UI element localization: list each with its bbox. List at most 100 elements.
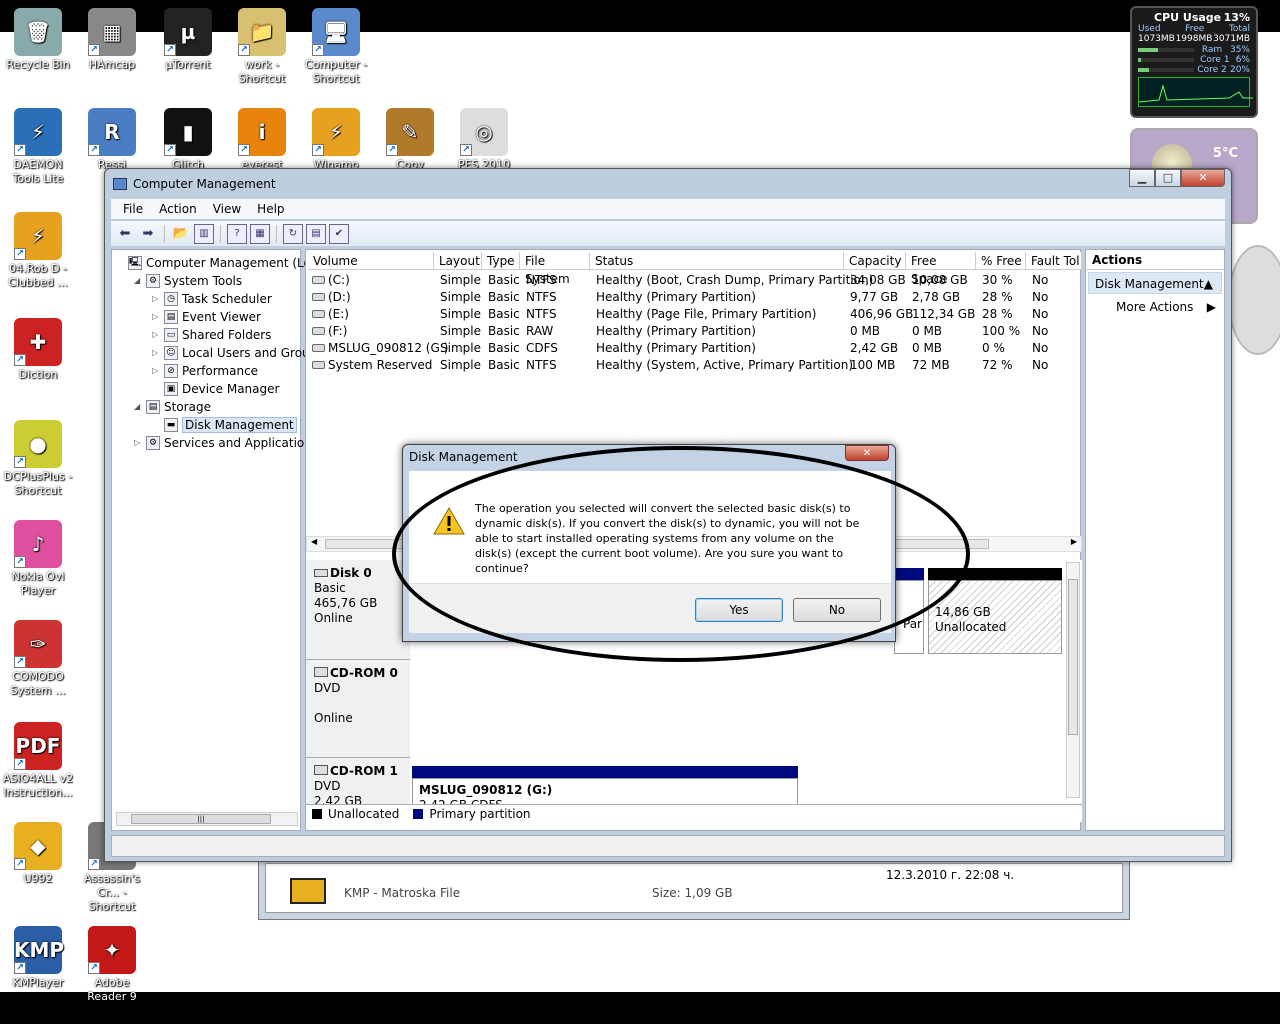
tree-item[interactable]: ◢ ▤ Storage (134, 398, 211, 415)
desktop-icon[interactable]: ✚ ↗ Diction (0, 318, 76, 382)
cdrom-icon (314, 667, 328, 677)
desktop-icon[interactable]: ◆ ↗ U992 (0, 822, 76, 886)
desktop-icon[interactable]: µ ↗ µTorrent (150, 8, 226, 72)
tree-item[interactable]: ▷ ▭ Shared Folders (152, 326, 271, 343)
tree-expander-icon[interactable]: ▷ (134, 438, 142, 447)
cdrom-0-label[interactable]: CD-ROM 0 DVD Online (306, 660, 410, 758)
tree-expander-icon[interactable]: ▷ (152, 366, 160, 375)
desktop-icon[interactable]: i ↗ everest (224, 108, 300, 172)
forward-arrow-icon[interactable]: ➡ (138, 224, 158, 244)
show-hide-tree-icon[interactable]: ▥ (194, 223, 214, 244)
column-header[interactable]: % Free (976, 252, 1026, 270)
desktop-icon[interactable]: R ↗ Ressi (74, 108, 150, 172)
shortcut-arrow-icon: ↗ (238, 144, 250, 156)
table-cell: 28 % (982, 307, 1013, 321)
volume-name[interactable]: MSLUG_090812 (G:) (328, 340, 448, 357)
yes-button[interactable]: Yes (695, 598, 783, 622)
volume-name[interactable]: System Reserved (328, 357, 432, 374)
tree-item[interactable]: 🖳 Computer Management (Local (116, 254, 328, 271)
up-folder-icon[interactable]: 📂 (171, 224, 191, 244)
menu-help[interactable]: Help (249, 202, 292, 216)
core2-bar (1138, 68, 1194, 72)
tree-item[interactable]: ◢ ⚙ System Tools (134, 272, 242, 289)
dialog-close-button[interactable]: ✕ (845, 445, 889, 461)
desktop-icon[interactable]: 🖥 ↗ Computer - Shortcut (298, 8, 374, 86)
tree-expander-icon[interactable]: ▷ (152, 330, 160, 339)
tree-node-icon: 🖳 (128, 255, 142, 270)
maximize-button[interactable]: □ (1155, 169, 1181, 187)
desktop-icon[interactable]: ✦ ↗ Adobe Reader 9 (74, 926, 150, 1004)
disk-0-label[interactable]: Disk 0 Basic 465,76 GB Online (306, 560, 410, 660)
desktop-icon[interactable]: ▦ ↗ HAmcap (74, 8, 150, 72)
menu-file[interactable]: File (115, 202, 151, 216)
desktop-icon[interactable]: ▮ ↗ Glitch (150, 108, 226, 172)
menu-view[interactable]: View (205, 202, 249, 216)
column-header[interactable]: Status (590, 252, 844, 270)
tree-item[interactable]: ▷ ◷ Task Scheduler (152, 290, 272, 307)
tree-expander-icon[interactable]: ◢ (134, 276, 142, 285)
desktop-icon[interactable]: ✑ ↗ COMODO System ... (0, 620, 76, 698)
desktop-icon[interactable]: ♪ ↗ Nokia Ovi Player (0, 520, 76, 598)
tree-item[interactable]: ▷ ▤ Event Viewer (152, 308, 261, 325)
desktop-icon[interactable]: ● ↗ DCPlusPlus - Shortcut (0, 420, 76, 498)
column-header[interactable]: Capacity (844, 252, 906, 270)
table-cell: 28 % (982, 290, 1013, 304)
column-header[interactable]: Type (482, 252, 520, 270)
ram-bar (1138, 48, 1194, 52)
column-header[interactable]: Layout (434, 252, 482, 270)
desktop-icon[interactable]: 📁 ↗ work - Shortcut (224, 8, 300, 86)
back-arrow-icon[interactable]: ⬅ (115, 224, 135, 244)
refresh-icon[interactable]: ↻ (283, 223, 303, 244)
volume-name[interactable]: (E:) (328, 306, 349, 323)
column-header[interactable]: Volume (308, 252, 434, 270)
unallocated-region[interactable]: 14,86 GB Unallocated (928, 580, 1062, 654)
shortcut-arrow-icon: ↗ (88, 858, 100, 870)
cpu-usage-gadget[interactable]: CPU Usage 13% Used Free Total 1073MB 1998MB 3… (1130, 6, 1258, 118)
table-cell: NTFS (526, 358, 557, 372)
title-bar[interactable]: Computer Management (113, 174, 276, 194)
cpu-gadget-title: CPU Usage (1154, 11, 1222, 24)
desktop-icon[interactable]: ⚡ ↗ DAEMON Tools Lite (0, 108, 76, 186)
properties-icon[interactable]: ▦ (250, 223, 270, 244)
tree-item[interactable]: ▷ ☺ Local Users and Groups (152, 344, 324, 361)
volume-name[interactable]: (C:) (328, 272, 350, 289)
more-actions[interactable]: More Actions ▶ (1086, 296, 1224, 318)
menu-action[interactable]: Action (151, 202, 205, 216)
volume-name[interactable]: (F:) (328, 323, 347, 340)
tree-item[interactable]: ▷ ⚙ Services and Applications (134, 434, 318, 451)
table-cell: Basic (488, 290, 520, 304)
desktop-icon[interactable]: ⚡ ↗ 04.Rob D - Clubbed ... (0, 212, 76, 290)
tree-item[interactable]: ▣ Device Manager (152, 380, 279, 397)
no-button[interactable]: No (793, 598, 881, 622)
tree-expander-icon[interactable]: ▷ (152, 348, 160, 357)
desktop-icon[interactable]: PDF ↗ ASIO4ALL v2 Instruction... (0, 722, 76, 800)
tree-expander-icon[interactable]: ◢ (134, 402, 142, 411)
lower-vertical-scrollbar[interactable] (1066, 562, 1080, 798)
tree-item[interactable]: ▬ Disk Management (152, 416, 297, 433)
desktop-icon[interactable]: KMP ↗ KMPlayer (0, 926, 76, 990)
desktop-icon[interactable]: ⚡ ↗ Winamp (298, 108, 374, 172)
actions-disk-management[interactable]: Disk Management ▲ (1088, 272, 1222, 294)
settings-icon[interactable]: ✔ (329, 223, 349, 244)
column-header[interactable]: Fault Tol (1026, 252, 1082, 270)
column-header[interactable]: Free Space (906, 252, 976, 286)
column-header[interactable]: File System (520, 252, 590, 286)
disk-0-type: Basic (314, 581, 346, 595)
partition-partial[interactable]: Par (894, 580, 924, 654)
desktop-icon[interactable]: 🗑 Recycle Bin (0, 8, 76, 72)
help-icon[interactable]: ? (227, 223, 247, 244)
export-icon[interactable]: ▤ (306, 223, 326, 244)
volume-name[interactable]: (D:) (328, 289, 351, 306)
tree-item[interactable]: ▷ ⊘ Performance (152, 362, 258, 379)
table-cell: Basic (488, 324, 520, 338)
minimize-button[interactable]: ▁ (1129, 169, 1155, 187)
tree-expander-icon[interactable]: ▷ (152, 294, 160, 303)
clock-gadget[interactable] (1228, 245, 1280, 355)
desktop-icon[interactable]: ✎ ↗ Copy (372, 108, 448, 172)
tree-expander-icon[interactable]: ▷ (152, 312, 160, 321)
legend-label: Primary partition (429, 806, 531, 821)
close-button[interactable]: ✕ (1181, 169, 1225, 187)
desktop-icon[interactable]: ◎ ↗ PES 2010 (446, 108, 522, 172)
tree-horizontal-scrollbar[interactable]: ||| (116, 812, 298, 826)
disk-management-dialog[interactable]: Disk Management ✕ The operation you sele… (402, 444, 896, 642)
